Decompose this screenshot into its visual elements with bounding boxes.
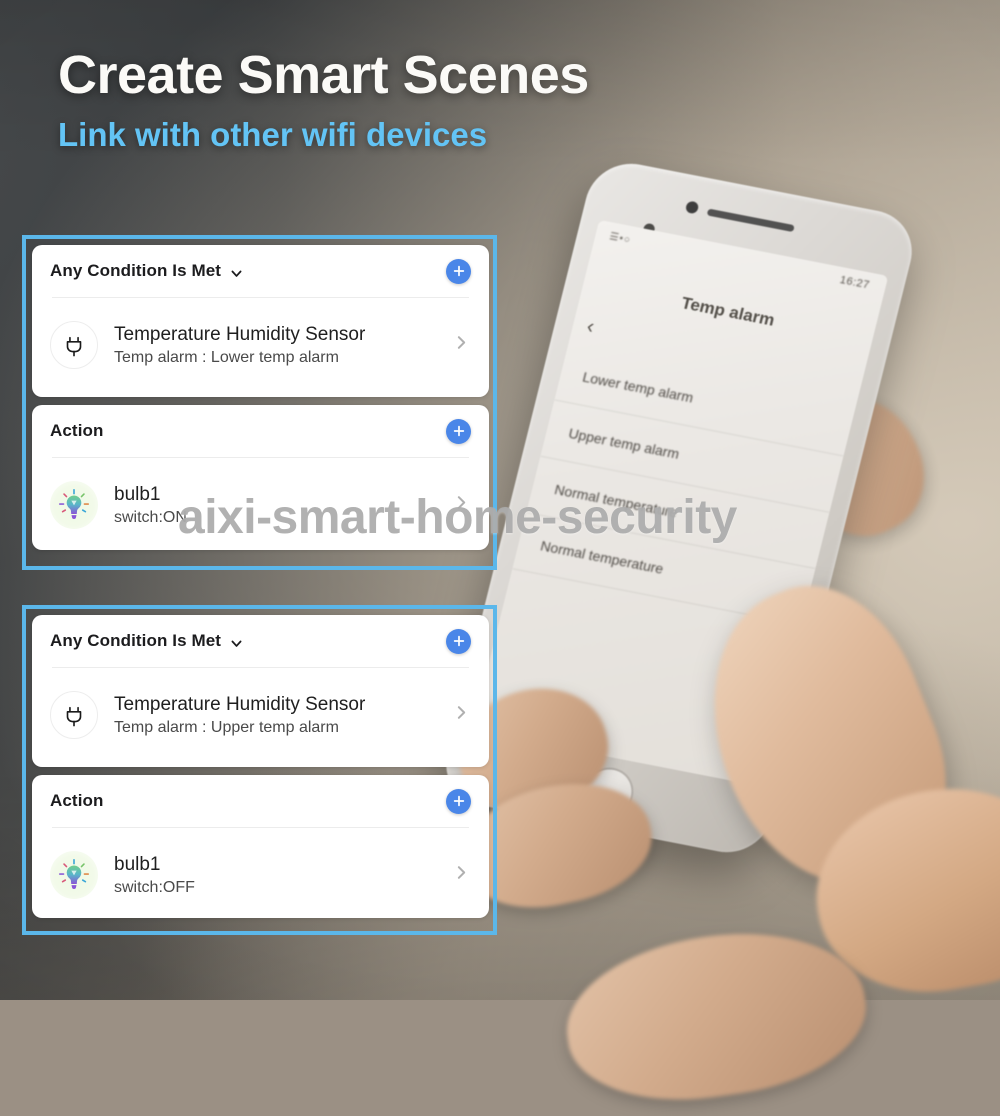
condition-row[interactable]: Temperature Humidity Sensor Temp alarm :…	[50, 668, 471, 760]
action-panel-header: Action	[50, 775, 471, 827]
chevron-right-icon[interactable]	[453, 864, 471, 886]
plug-icon	[50, 321, 98, 369]
condition-row-text: Temperature Humidity Sensor Temp alarm :…	[114, 323, 437, 368]
action-row[interactable]: bulb1 switch:OFF	[50, 828, 471, 920]
action-panel-header: Action	[50, 405, 471, 457]
condition-mode-label: Any Condition Is Met	[50, 631, 222, 650]
light-bulb-icon	[50, 851, 98, 899]
device-state: switch:OFF	[114, 879, 195, 897]
device-name: Temperature Humidity Sensor	[114, 693, 366, 715]
phone-clock: 16:27	[838, 274, 871, 292]
plug-icon	[50, 691, 98, 739]
action-row-text: bulb1 switch:OFF	[114, 853, 437, 898]
condition-panel: Any Condition Is Met Temperature Humidit…	[32, 615, 489, 767]
scene-card-1: Any Condition Is Met Temperature Humidit…	[22, 235, 497, 570]
back-chevron-icon[interactable]: ‹	[584, 316, 597, 340]
page-subtitle: Link with other wifi devices	[58, 116, 488, 153]
page-title: Create Smart Scenes	[58, 45, 589, 105]
device-name: Temperature Humidity Sensor	[114, 323, 366, 345]
action-label-wrap: Action	[50, 421, 103, 441]
action-label: Action	[50, 421, 104, 440]
phone-earpiece	[706, 208, 795, 233]
condition-row-text: Temperature Humidity Sensor Temp alarm :…	[114, 693, 437, 738]
chevron-right-icon[interactable]	[453, 334, 471, 356]
signal-wifi-icon: ☰•○	[608, 231, 633, 247]
condition-mode-label: Any Condition Is Met	[50, 261, 222, 280]
action-row-text: bulb1 switch:ON	[114, 483, 437, 528]
device-name: bulb1	[114, 853, 161, 875]
chevron-down-icon[interactable]	[230, 265, 243, 278]
action-label-wrap: Action	[50, 791, 103, 811]
finger	[556, 915, 876, 1116]
add-condition-button[interactable]	[446, 258, 471, 284]
device-state: Temp alarm : Lower temp alarm	[114, 349, 339, 367]
add-action-button[interactable]	[446, 418, 471, 444]
phone-front-camera	[684, 200, 700, 215]
condition-panel: Any Condition Is Met Temperature Humidit…	[32, 245, 489, 397]
phone-in-hand-photo: ☰•○ 16:27 Temp alarm ‹ Lower temp alarm …	[436, 150, 1000, 1116]
add-action-button[interactable]	[446, 788, 471, 814]
action-label: Action	[50, 791, 104, 810]
light-bulb-icon	[50, 481, 98, 529]
chevron-down-icon[interactable]	[230, 635, 243, 648]
device-state: Temp alarm : Upper temp alarm	[114, 719, 339, 737]
device-name: bulb1	[114, 483, 161, 505]
device-state: switch:ON	[114, 509, 187, 527]
action-panel: Action	[32, 775, 489, 918]
condition-panel-header: Any Condition Is Met	[50, 615, 471, 667]
condition-mode-dropdown[interactable]: Any Condition Is Met	[50, 261, 243, 281]
chevron-right-icon[interactable]	[453, 494, 471, 516]
heading-block: Create Smart Scenes Link with other wifi…	[58, 44, 758, 154]
add-condition-button[interactable]	[446, 628, 471, 654]
action-row[interactable]: bulb1 switch:ON	[50, 458, 471, 550]
scene-card-2: Any Condition Is Met Temperature Humidit…	[22, 605, 497, 935]
phone-option-list: Lower temp alarm Upper temp alarm Normal…	[512, 344, 858, 626]
condition-mode-dropdown[interactable]: Any Condition Is Met	[50, 631, 243, 651]
condition-panel-header: Any Condition Is Met	[50, 245, 471, 297]
condition-row[interactable]: Temperature Humidity Sensor Temp alarm :…	[50, 298, 471, 390]
chevron-right-icon[interactable]	[453, 704, 471, 726]
action-panel: Action	[32, 405, 489, 550]
